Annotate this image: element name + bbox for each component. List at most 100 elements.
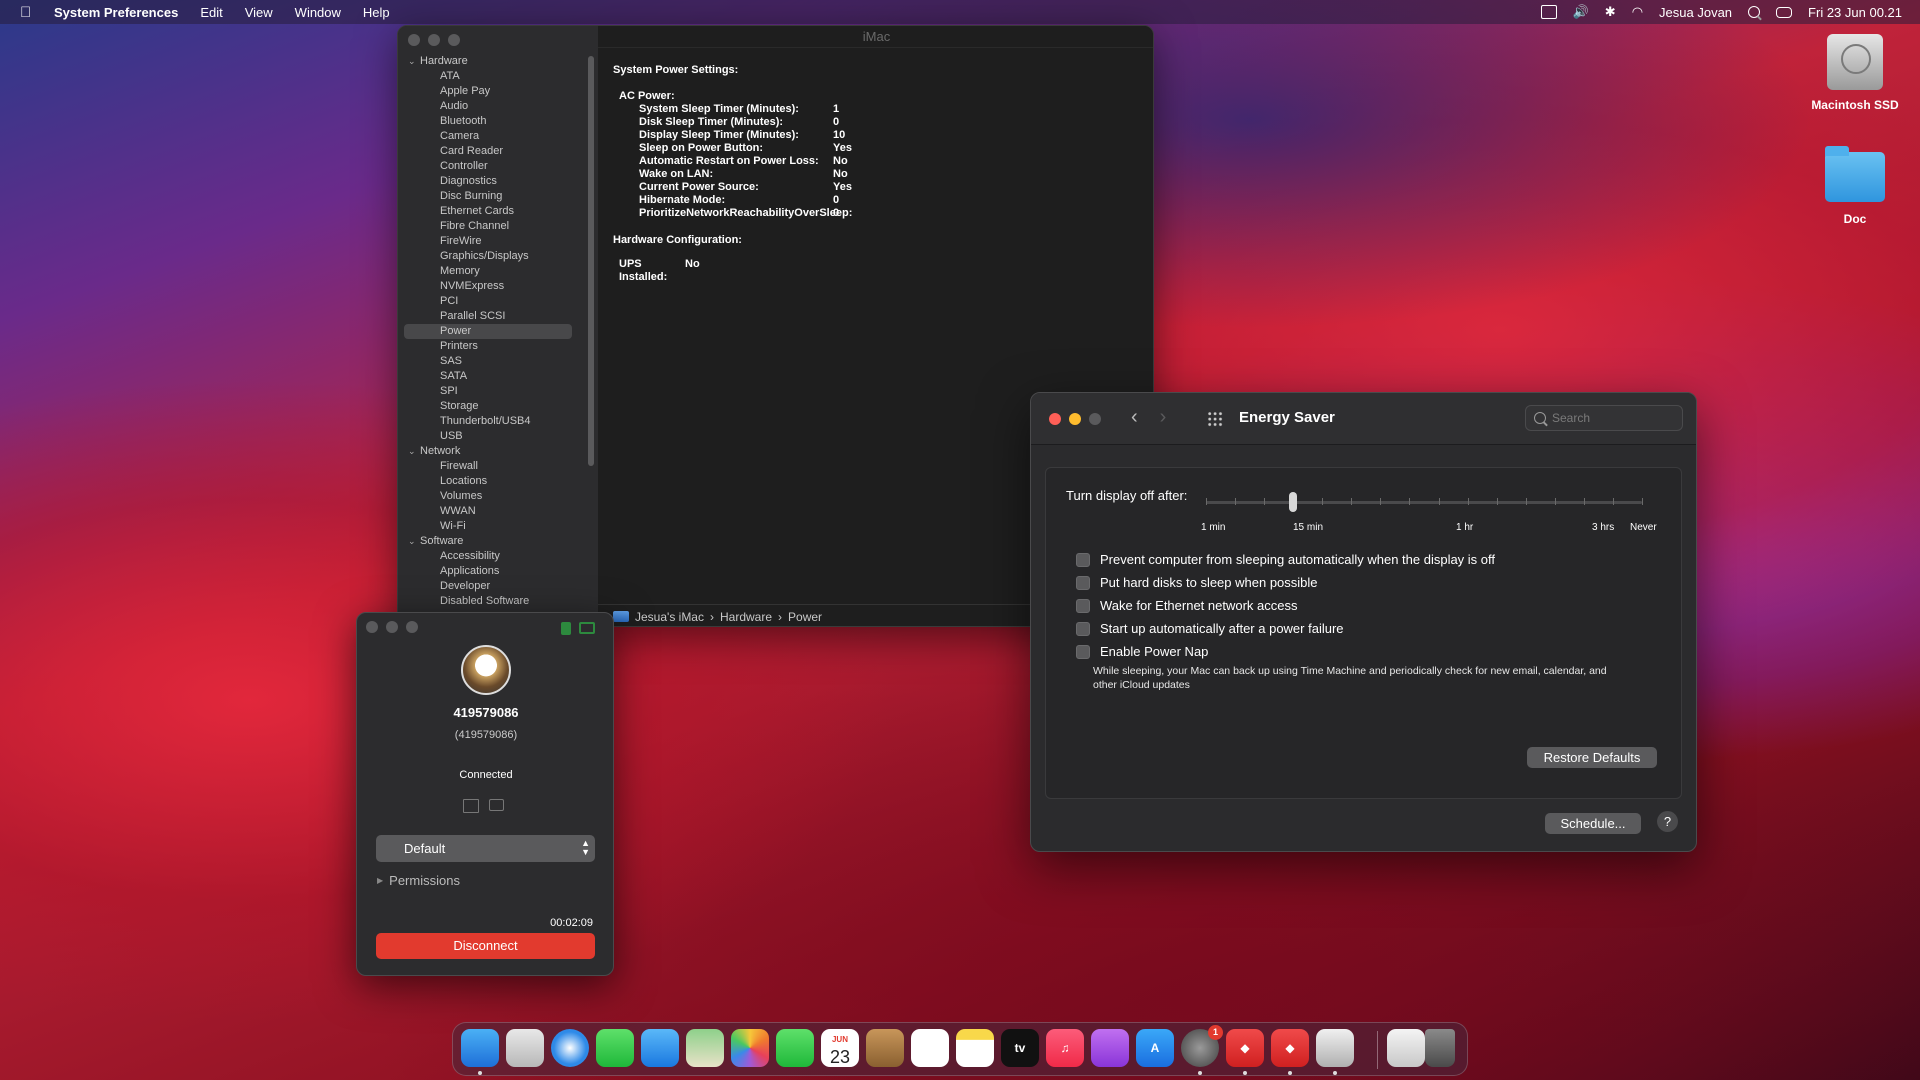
document-icon[interactable] xyxy=(1387,1029,1425,1067)
checkbox[interactable] xyxy=(1076,644,1090,659)
menu-user[interactable]: Jesua Jovan xyxy=(1659,5,1732,20)
minimize-button[interactable] xyxy=(386,621,398,633)
sidebar-item[interactable]: SPI xyxy=(408,384,572,399)
sidebar-item[interactable]: PCI xyxy=(408,294,572,309)
sidebar-item[interactable]: Bluetooth xyxy=(408,114,572,129)
sidebar-item[interactable]: Controller xyxy=(408,159,572,174)
wifi-icon[interactable]: ◠ xyxy=(1632,4,1643,20)
facetime-icon[interactable] xyxy=(776,1029,814,1067)
zoom-button[interactable] xyxy=(406,621,418,633)
reminders-icon[interactable] xyxy=(911,1029,949,1067)
screen-share-icon[interactable] xyxy=(579,622,595,634)
sidebar-scrollbar[interactable] xyxy=(588,56,594,466)
trash-icon[interactable] xyxy=(1425,1029,1455,1067)
wake-ethernet-checkbox[interactable]: Wake for Ethernet network access xyxy=(1076,598,1298,613)
sidebar-item[interactable]: Accessibility xyxy=(408,549,572,564)
sidebar-item[interactable]: Locations xyxy=(408,474,572,489)
sidebar-item[interactable]: SATA xyxy=(408,369,572,384)
sidebar-item[interactable]: Power xyxy=(404,324,572,339)
checkbox[interactable] xyxy=(1076,621,1090,636)
music-icon[interactable]: ♫ xyxy=(1046,1029,1084,1067)
close-button[interactable] xyxy=(408,34,420,46)
activity-monitor-icon[interactable] xyxy=(1540,5,1557,19)
system-information-icon[interactable] xyxy=(1316,1029,1354,1067)
bluetooth-icon[interactable]: ✱ xyxy=(1605,4,1616,20)
chevron-down-icon[interactable]: ⌄ xyxy=(408,54,420,69)
sidebar-group-software[interactable]: ⌄ Software xyxy=(408,534,572,549)
menu-help[interactable]: Help xyxy=(363,5,390,20)
podcasts-icon[interactable] xyxy=(1091,1029,1129,1067)
close-button[interactable] xyxy=(366,621,378,633)
contacts-icon[interactable] xyxy=(866,1029,904,1067)
sidebar-item[interactable]: WWAN xyxy=(408,504,572,519)
chevron-down-icon[interactable]: ⌄ xyxy=(408,444,420,459)
sidebar-item[interactable]: Storage xyxy=(408,399,572,414)
zoom-button[interactable] xyxy=(448,34,460,46)
checkbox[interactable] xyxy=(1076,575,1090,590)
launchpad-icon[interactable] xyxy=(506,1029,544,1067)
sidebar-item[interactable]: Firewall xyxy=(408,459,572,474)
slider-thumb[interactable] xyxy=(1289,492,1298,512)
menu-view[interactable]: View xyxy=(245,5,273,20)
mail-icon[interactable] xyxy=(641,1029,679,1067)
back-icon[interactable]: ‹ xyxy=(1131,406,1138,429)
lock-icon[interactable] xyxy=(561,622,571,635)
breadcrumb-item[interactable]: Hardware xyxy=(720,610,772,624)
show-all-grid-icon[interactable] xyxy=(1207,411,1223,427)
sidebar-item[interactable]: Fibre Channel xyxy=(408,219,572,234)
checkbox[interactable] xyxy=(1076,598,1090,613)
spotlight-icon[interactable] xyxy=(1748,6,1761,18)
notes-icon[interactable] xyxy=(956,1029,994,1067)
sidebar-item[interactable]: Disc Burning xyxy=(408,189,572,204)
power-nap-checkbox[interactable]: Enable Power Nap xyxy=(1076,644,1208,659)
close-button[interactable] xyxy=(1049,413,1061,425)
prevent-sleep-checkbox[interactable]: Prevent computer from sleeping automatic… xyxy=(1076,552,1495,567)
menu-window[interactable]: Window xyxy=(295,5,341,20)
volume-icon[interactable]: 🔊 xyxy=(1573,4,1589,20)
permissions-disclosure[interactable]: ▶ Permissions xyxy=(377,873,460,888)
calendar-icon[interactable]: JUN 23 xyxy=(821,1029,859,1067)
breadcrumb-item[interactable]: Power xyxy=(788,610,822,624)
disclosure-triangle-icon[interactable]: ▶ xyxy=(377,876,383,885)
sidebar-item[interactable]: Diagnostics xyxy=(408,174,572,189)
restore-defaults-button[interactable]: Restore Defaults xyxy=(1527,747,1657,768)
menu-edit[interactable]: Edit xyxy=(200,5,222,20)
sidebar-item[interactable]: Audio xyxy=(408,99,572,114)
chat-icon[interactable] xyxy=(489,799,504,811)
apple-tv-icon[interactable]: tv xyxy=(1001,1029,1039,1067)
safari-icon[interactable] xyxy=(551,1029,589,1067)
messages-icon[interactable] xyxy=(596,1029,634,1067)
sidebar-group-hardware[interactable]: ⌄ Hardware xyxy=(408,54,572,69)
disconnect-button[interactable]: Disconnect xyxy=(376,933,595,959)
sidebar-item[interactable]: Apple Pay xyxy=(408,84,572,99)
sidebar-item[interactable]: Applications xyxy=(408,564,572,579)
forward-icon[interactable]: › xyxy=(1160,406,1167,429)
display-off-slider[interactable] xyxy=(1206,501,1642,504)
sidebar-item[interactable]: FireWire xyxy=(408,234,572,249)
sidebar-item[interactable]: Camera xyxy=(408,129,572,144)
sidebar-item[interactable]: Wi-Fi xyxy=(408,519,572,534)
anydesk-session-icon[interactable]: ◆ xyxy=(1271,1029,1309,1067)
checkbox[interactable] xyxy=(1076,552,1090,567)
file-transfer-icon[interactable] xyxy=(463,799,479,813)
finder-icon[interactable] xyxy=(461,1029,499,1067)
sidebar-item[interactable]: Graphics/Displays xyxy=(408,249,572,264)
search-field[interactable]: Search xyxy=(1525,405,1683,431)
sidebar-item[interactable]: Parallel SCSI xyxy=(408,309,572,324)
sidebar-item[interactable]: Disabled Software xyxy=(408,594,572,609)
breadcrumb-item[interactable]: Jesua's iMac xyxy=(635,610,704,624)
profile-select[interactable]: Default ▲ ▼ xyxy=(376,835,595,862)
menu-app-name[interactable]: System Preferences xyxy=(54,5,178,20)
desktop-doc-folder[interactable]: Doc xyxy=(1800,146,1910,226)
maps-icon[interactable] xyxy=(686,1029,724,1067)
sidebar-item[interactable]: ATA xyxy=(408,69,572,84)
startup-after-failure-checkbox[interactable]: Start up automatically after a power fai… xyxy=(1076,621,1344,636)
apple-menu-icon[interactable]:  xyxy=(20,4,36,21)
sidebar-item[interactable]: Memory xyxy=(408,264,572,279)
chevron-down-icon[interactable]: ⌄ xyxy=(408,534,420,549)
sidebar-item[interactable]: SAS xyxy=(408,354,572,369)
sidebar-item[interactable]: USB xyxy=(408,429,572,444)
desktop-macintosh-ssd[interactable]: Macintosh SSD xyxy=(1800,34,1910,112)
photos-icon[interactable] xyxy=(731,1029,769,1067)
zoom-button[interactable] xyxy=(1089,413,1101,425)
